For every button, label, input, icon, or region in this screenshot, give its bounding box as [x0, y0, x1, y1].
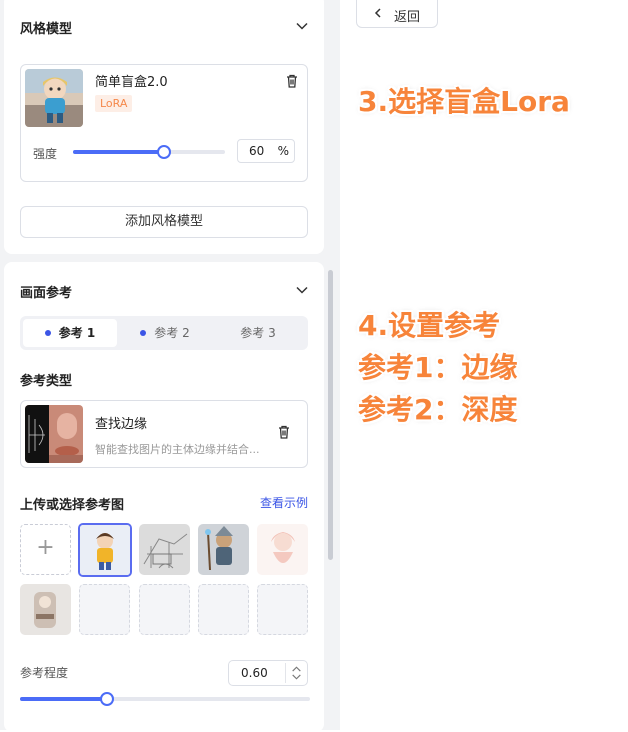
- strength-slider-fill: [73, 150, 164, 154]
- reference-image-sketch-street[interactable]: [139, 524, 190, 575]
- empty-image-slot: [198, 584, 249, 635]
- reference-tabs: 参考 1 参考 2 参考 3: [20, 316, 308, 350]
- reference-degree-slider-fill: [20, 697, 107, 701]
- reference-type-description: 智能查找图片的主体边缘并结合...: [95, 443, 260, 456]
- spinner-arrows-icon[interactable]: [285, 663, 307, 683]
- trash-icon[interactable]: [284, 73, 300, 89]
- reference-image-wizard[interactable]: [198, 524, 249, 575]
- trash-icon[interactable]: [276, 424, 292, 440]
- tab-dot: [140, 329, 147, 336]
- model-name: 简单盲盒2.0: [95, 75, 168, 90]
- view-example-link[interactable]: 查看示例: [260, 494, 308, 511]
- reference-image-jar-toy[interactable]: [20, 584, 71, 635]
- reference-degree-slider[interactable]: [20, 692, 310, 706]
- reference-degree-input[interactable]: 0.60: [228, 660, 308, 686]
- edge-detection-thumbnail: [25, 405, 83, 463]
- plus-icon: +: [36, 535, 55, 560]
- left-panel: 风格模型 简单盲盒2.0 LoRA 强度 60 % 添加风格模型 画面参考 参考…: [0, 0, 340, 732]
- style-model-item: 简单盲盒2.0 LoRA 强度 60 %: [20, 64, 308, 182]
- strength-label: 强度: [33, 147, 58, 161]
- annotation-step4-ref1: 参考1：边缘: [358, 351, 518, 384]
- tab-label: 参考 1: [58, 326, 96, 340]
- reference-degree-value: 0.60: [241, 666, 268, 680]
- image-reference-title: 画面参考: [20, 286, 73, 301]
- chevron-left-icon: [374, 8, 381, 18]
- tab-label: 参考 3: [240, 326, 276, 340]
- lora-tag: LoRA: [95, 95, 133, 112]
- strength-value: 60: [249, 144, 265, 158]
- strength-input[interactable]: 60 %: [237, 139, 295, 163]
- reference-type-title: 参考类型: [20, 374, 73, 389]
- reference-type-item[interactable]: 查找边缘 智能查找图片的主体边缘并结合...: [20, 400, 308, 468]
- style-model-card: 风格模型 简单盲盒2.0 LoRA 强度 60 % 添加风格模型: [4, 0, 324, 254]
- empty-image-slot: [257, 584, 308, 635]
- annotation-step4-title: 4.设置参考: [358, 309, 501, 342]
- panel-scrollbar[interactable]: [328, 270, 333, 560]
- back-button-label: 返回: [394, 10, 421, 25]
- annotation-step4-ref2: 参考2：深度: [358, 393, 518, 426]
- add-style-model-button[interactable]: 添加风格模型: [20, 206, 308, 238]
- reference-degree-slider-handle[interactable]: [100, 692, 114, 706]
- tab-reference-2[interactable]: 参考 2: [120, 319, 210, 347]
- image-reference-card: 画面参考 参考 1 参考 2 参考 3 参考类型 查找边缘 智能查找图片的主体边…: [4, 262, 324, 732]
- upload-reference-title: 上传或选择参考图: [20, 498, 125, 513]
- style-model-title: 风格模型: [20, 22, 73, 37]
- upload-image-button[interactable]: +: [20, 524, 71, 575]
- tab-label: 参考 2: [154, 326, 190, 340]
- chevron-down-icon[interactable]: [295, 19, 309, 33]
- chevron-down-icon[interactable]: [295, 283, 309, 297]
- reference-image-yellow-kid[interactable]: [78, 523, 132, 577]
- reference-image-pink-girl[interactable]: [257, 524, 308, 575]
- reference-degree-label: 参考程度: [20, 666, 69, 680]
- tab-reference-3[interactable]: 参考 3: [212, 319, 304, 347]
- strength-slider[interactable]: [73, 145, 225, 159]
- back-button[interactable]: 返回: [356, 0, 438, 28]
- empty-image-slot: [139, 584, 190, 635]
- strength-slider-handle[interactable]: [157, 145, 171, 159]
- empty-image-slot: [79, 584, 130, 635]
- annotation-step3: 3.选择盲盒Lora: [358, 85, 570, 118]
- blindbox-model-thumbnail: [25, 69, 83, 127]
- tab-reference-1[interactable]: 参考 1: [23, 319, 117, 347]
- tab-dot: [44, 329, 51, 336]
- reference-type-name: 查找边缘: [95, 417, 148, 432]
- strength-unit: %: [277, 144, 289, 158]
